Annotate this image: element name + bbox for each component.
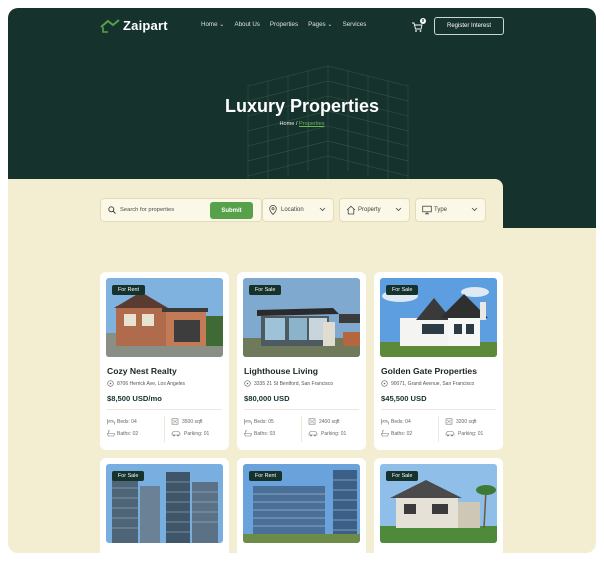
- property-label: Property: [358, 207, 381, 213]
- bath-icon: [244, 430, 252, 437]
- property-address: 8706 Herrick Ave, Los Angeles: [117, 381, 186, 387]
- type-label: Type: [434, 207, 448, 213]
- property-card[interactable]: For Rent: [237, 458, 366, 553]
- menu-pages[interactable]: Pages ⌄: [308, 21, 332, 28]
- property-card[interactable]: For Sale Golden Gate Properties 90071, G…: [374, 272, 503, 450]
- logo[interactable]: Zaipart: [100, 18, 168, 33]
- beds-count: Beds: 04: [391, 419, 411, 425]
- logo-text: Zaipart: [123, 18, 168, 33]
- area-icon: [171, 418, 179, 425]
- monitor-icon: [422, 205, 432, 215]
- property-address: 90071, Grand Avenue, San Francisco: [391, 381, 475, 387]
- breadcrumb: Home / Properties: [8, 121, 596, 127]
- type-dropdown[interactable]: Type: [415, 198, 486, 222]
- parking-count: Parking: 01: [321, 431, 347, 437]
- baths-count: Baths: 02: [117, 431, 139, 437]
- status-badge: For Sale: [112, 471, 145, 481]
- status-badge: For Rent: [249, 471, 282, 481]
- property-card[interactable]: For Sale Lighthouse Living 3335 21 St Be…: [237, 272, 366, 450]
- bed-icon: [381, 419, 389, 425]
- bath-icon: [107, 430, 115, 437]
- home-icon: [346, 205, 356, 215]
- divider: [381, 409, 496, 410]
- property-card[interactable]: For Sale: [374, 458, 503, 553]
- car-icon: [308, 431, 318, 437]
- property-card[interactable]: For Sale: [100, 458, 229, 553]
- menu-home[interactable]: Home ⌄: [201, 21, 224, 28]
- beds-count: Beds: 05: [254, 419, 274, 425]
- breadcrumb-current: Properties: [299, 121, 325, 127]
- status-badge: For Sale: [386, 471, 419, 481]
- location-dropdown[interactable]: Location: [262, 198, 334, 222]
- top-nav: Zaipart Home ⌄ About Us Properties Pages…: [8, 8, 596, 44]
- search-field[interactable]: Search for properties Submit: [100, 198, 262, 222]
- divider: [107, 409, 222, 410]
- bed-icon: [244, 419, 252, 425]
- search-input[interactable]: Search for properties: [120, 207, 174, 213]
- property-image: For Rent: [106, 278, 223, 357]
- baths-count: Baths: 03: [254, 431, 276, 437]
- location-pin-icon: [381, 380, 388, 387]
- status-badge: For Sale: [249, 285, 282, 295]
- property-address: 3335 21 St Bentford, San Francisco: [254, 381, 334, 387]
- menu-home-label: Home: [201, 21, 218, 28]
- status-badge: For Rent: [112, 285, 145, 295]
- logo-icon: [100, 18, 120, 33]
- divider: [301, 416, 302, 442]
- area-icon: [308, 418, 316, 425]
- divider: [164, 416, 165, 442]
- cart-count-badge: 0: [420, 18, 426, 24]
- chevron-down-icon: [471, 207, 478, 212]
- location-pin-icon: [269, 205, 277, 215]
- area-sqft: 3500 sqft: [182, 419, 203, 425]
- chevron-down-icon: ⌄: [327, 21, 333, 28]
- property-price: $80,000 USD: [244, 394, 290, 403]
- submit-button[interactable]: Submit: [210, 202, 253, 219]
- divider: [244, 409, 359, 410]
- status-badge: For Sale: [386, 285, 419, 295]
- page-frame: Zaipart Home ⌄ About Us Properties Pages…: [8, 8, 596, 553]
- car-icon: [445, 431, 455, 437]
- chevron-down-icon: [319, 207, 326, 212]
- property-image: For Rent: [243, 464, 360, 543]
- property-name[interactable]: Lighthouse Living: [244, 366, 318, 376]
- register-interest-button[interactable]: Register Interest: [434, 17, 504, 35]
- page-title: Luxury Properties: [224, 96, 380, 116]
- beds-count: Beds: 04: [117, 419, 137, 425]
- location-pin-icon: [107, 380, 114, 387]
- property-card[interactable]: For Rent Cozy Nest Realty 8706 Herrick A…: [100, 272, 229, 450]
- menu-pages-label: Pages: [308, 21, 326, 28]
- property-price: $8,500 USD/mo: [107, 394, 162, 403]
- property-image: For Sale: [106, 464, 223, 543]
- location-label: Location: [281, 207, 304, 213]
- property-name[interactable]: Golden Gate Properties: [381, 366, 477, 376]
- car-icon: [171, 431, 181, 437]
- location-pin-icon: [244, 380, 251, 387]
- menu-properties[interactable]: Properties: [270, 21, 298, 28]
- baths-count: Baths: 02: [391, 431, 413, 437]
- area-sqft: 3200 sqft: [456, 419, 477, 425]
- property-image: For Sale: [243, 278, 360, 357]
- hero-edge: [503, 178, 596, 228]
- parking-count: Parking: 01: [458, 431, 484, 437]
- property-image: For Sale: [380, 464, 497, 543]
- breadcrumb-home[interactable]: Home: [279, 121, 294, 127]
- menu-services[interactable]: Services: [343, 21, 367, 28]
- area-icon: [445, 418, 453, 425]
- bath-icon: [381, 430, 389, 437]
- property-name[interactable]: Cozy Nest Realty: [107, 366, 177, 376]
- property-price: $45,500 USD: [381, 394, 427, 403]
- search-icon: [108, 206, 116, 214]
- bed-icon: [107, 419, 115, 425]
- cart-button[interactable]: 0: [411, 18, 426, 34]
- property-image: For Sale: [380, 278, 497, 357]
- parking-count: Parking: 01: [184, 431, 210, 437]
- divider: [438, 416, 439, 442]
- area-sqft: 2400 sqft: [319, 419, 340, 425]
- menu-about[interactable]: About Us: [234, 21, 259, 28]
- property-dropdown[interactable]: Property: [339, 198, 410, 222]
- chevron-down-icon: [395, 207, 402, 212]
- main-menu: Home ⌄ About Us Properties Pages ⌄ Servi…: [201, 21, 366, 28]
- chevron-down-icon: ⌄: [219, 21, 225, 28]
